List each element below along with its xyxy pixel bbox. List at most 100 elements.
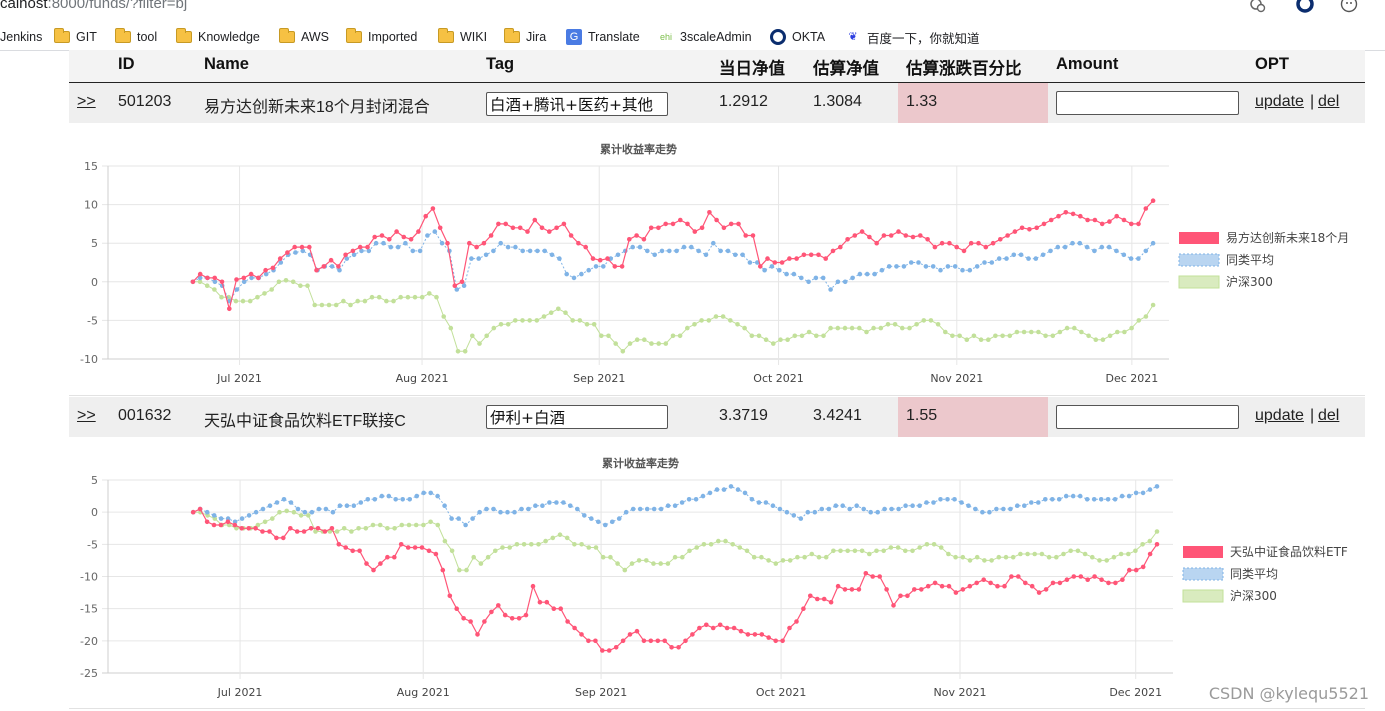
data-point xyxy=(982,260,987,265)
amount-input[interactable] xyxy=(1056,91,1239,115)
data-point xyxy=(733,252,738,258)
legend-label: 沪深300 xyxy=(1226,275,1273,289)
bookmark-jira[interactable]: Jira xyxy=(504,27,546,47)
data-point xyxy=(982,558,987,563)
bookmark-imported[interactable]: Imported xyxy=(346,27,417,47)
data-point xyxy=(939,240,945,246)
del-link[interactable]: del xyxy=(1318,93,1339,111)
header-tag[interactable]: Tag xyxy=(486,55,514,74)
x-tick-label: Dec 2021 xyxy=(1109,686,1162,699)
data-point xyxy=(857,325,862,331)
data-point xyxy=(419,545,425,550)
header-name[interactable]: Name xyxy=(204,55,249,74)
data-point xyxy=(1002,583,1007,589)
data-point xyxy=(211,513,217,518)
url-text[interactable]: calhost:8000/funds/?filter=bj xyxy=(0,0,187,12)
header-nav[interactable]: 当日净值 xyxy=(719,55,785,79)
data-point xyxy=(584,322,590,327)
opt-separator: | xyxy=(1310,407,1315,424)
data-point xyxy=(627,341,633,346)
data-point xyxy=(439,240,445,246)
data-point xyxy=(816,252,821,258)
data-point xyxy=(630,244,635,250)
data-point xyxy=(724,625,730,631)
data-point xyxy=(326,302,332,308)
data-point xyxy=(737,545,743,550)
site-settings-icon[interactable] xyxy=(1248,0,1266,13)
bookmark-jenkins[interactable]: Jenkins xyxy=(0,27,42,47)
data-point xyxy=(298,513,304,518)
data-point xyxy=(435,493,440,499)
data-point xyxy=(983,244,989,250)
data-point xyxy=(513,318,518,323)
header-id[interactable]: ID xyxy=(118,55,135,74)
data-point xyxy=(239,526,244,531)
data-point xyxy=(448,325,454,331)
data-point xyxy=(986,337,991,342)
bookmark-3scaleadmin[interactable]: ehi 3scaleAdmin xyxy=(658,27,752,47)
data-point xyxy=(917,545,922,550)
bookmark-tool[interactable]: tool xyxy=(115,27,157,47)
bookmark-translate[interactable]: G Translate xyxy=(566,27,640,47)
header-est-nav[interactable]: 估算净值 xyxy=(813,55,879,79)
tag-input[interactable] xyxy=(486,405,668,429)
data-point xyxy=(835,583,841,589)
data-point xyxy=(419,294,425,300)
data-point xyxy=(813,275,819,281)
data-point xyxy=(787,256,792,261)
amount-input[interactable] xyxy=(1056,405,1239,429)
data-point xyxy=(989,260,995,265)
profile-icon[interactable] xyxy=(1340,0,1358,13)
data-point xyxy=(692,322,697,327)
data-point xyxy=(1084,497,1090,502)
bookmark--[interactable]: ❦ 百度一下，你就知道 xyxy=(845,27,979,47)
data-point xyxy=(211,522,217,528)
data-point xyxy=(314,267,319,273)
bookmark-wiki[interactable]: WIKI xyxy=(438,27,487,47)
data-point xyxy=(218,522,224,528)
data-point xyxy=(491,248,496,254)
data-point xyxy=(539,225,545,231)
data-point xyxy=(780,558,786,563)
y-tick-label: -25 xyxy=(80,667,98,680)
data-point xyxy=(908,260,914,265)
data-point xyxy=(854,503,859,508)
bookmark-git[interactable]: GIT xyxy=(54,27,97,47)
data-point xyxy=(481,240,487,246)
data-point xyxy=(589,516,594,521)
bookmark-aws[interactable]: AWS xyxy=(279,27,329,47)
data-point xyxy=(498,509,503,515)
data-point xyxy=(212,275,217,281)
update-link[interactable]: update xyxy=(1255,93,1304,111)
tag-input[interactable] xyxy=(486,92,668,116)
data-point xyxy=(1072,325,1077,331)
data-point xyxy=(1055,244,1061,250)
y-tick-label: -10 xyxy=(80,353,98,366)
data-point xyxy=(290,279,296,285)
header-est-pct[interactable]: 估算涨跌百分比 xyxy=(906,55,1022,79)
okta-extension-icon[interactable] xyxy=(1296,0,1314,13)
bookmark-knowledge[interactable]: Knowledge xyxy=(176,27,260,47)
data-point xyxy=(405,294,411,300)
data-point xyxy=(861,506,866,512)
address-bar[interactable]: calhost:8000/funds/?filter=bj xyxy=(0,0,1385,20)
expand-link[interactable]: >> xyxy=(77,93,96,111)
header-opt[interactable]: OPT xyxy=(1255,55,1289,74)
data-point xyxy=(1021,329,1027,335)
header-amount[interactable]: Amount xyxy=(1056,55,1118,74)
data-point xyxy=(888,545,894,550)
data-point xyxy=(752,632,758,637)
data-point xyxy=(322,529,328,534)
data-point xyxy=(410,248,416,254)
baidu-paw-icon: ❦ xyxy=(848,31,858,43)
data-point xyxy=(1143,314,1149,319)
data-point xyxy=(554,500,559,505)
data-point xyxy=(234,277,239,282)
data-point xyxy=(658,506,664,512)
data-point xyxy=(1150,302,1156,308)
update-link[interactable]: update xyxy=(1255,407,1304,425)
y-tick-label: -5 xyxy=(87,314,98,327)
del-link[interactable]: del xyxy=(1318,407,1339,425)
expand-link[interactable]: >> xyxy=(77,407,96,425)
bookmark-okta[interactable]: OKTA xyxy=(770,27,825,47)
